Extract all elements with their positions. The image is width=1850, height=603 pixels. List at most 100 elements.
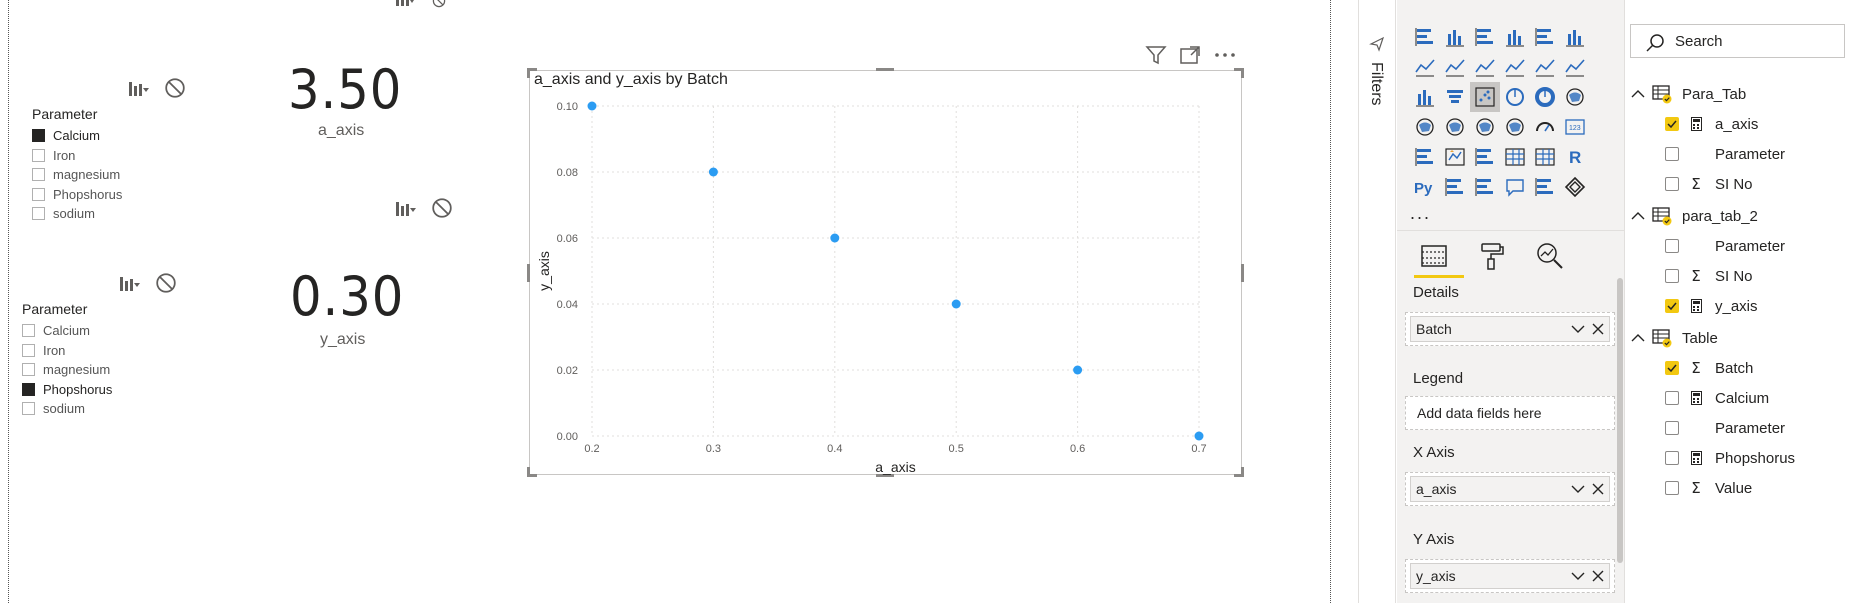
waterfall-icon[interactable] bbox=[1410, 82, 1440, 112]
chevron-down-icon[interactable] bbox=[1571, 484, 1585, 494]
field-checkbox[interactable] bbox=[1665, 239, 1679, 253]
focus-mode-icon[interactable] bbox=[1179, 45, 1201, 65]
slicer-item[interactable]: Calcium bbox=[22, 321, 112, 341]
r-visual-icon[interactable]: R bbox=[1560, 142, 1590, 172]
field-checkbox[interactable] bbox=[1665, 147, 1679, 161]
table-icon[interactable] bbox=[1500, 142, 1530, 172]
treemap-icon[interactable] bbox=[1560, 82, 1590, 112]
chevron-up-icon[interactable] bbox=[1630, 333, 1646, 343]
collapse-arrow-icon[interactable] bbox=[1369, 36, 1385, 52]
clustered-column-icon[interactable] bbox=[1500, 22, 1530, 52]
smart-narrative-icon[interactable] bbox=[1530, 172, 1560, 202]
donut-chart-icon[interactable] bbox=[1530, 82, 1560, 112]
details-well[interactable]: Batch bbox=[1405, 312, 1615, 346]
field-item[interactable]: Calcium bbox=[1665, 386, 1769, 410]
ribbon-chart-icon[interactable] bbox=[1560, 52, 1590, 82]
slicer-item[interactable]: Iron bbox=[32, 146, 122, 166]
field-checkbox[interactable] bbox=[1665, 391, 1679, 405]
visual-level-icon[interactable] bbox=[119, 273, 141, 293]
y-axis-field-pill[interactable]: y_axis bbox=[1410, 563, 1610, 589]
table-header[interactable]: Table bbox=[1630, 326, 1718, 350]
area-chart-icon[interactable] bbox=[1440, 52, 1470, 82]
python-visual-icon[interactable]: Py bbox=[1410, 172, 1440, 202]
slicer-item[interactable]: magnesium bbox=[32, 165, 122, 185]
gauge-icon[interactable] bbox=[1530, 112, 1560, 142]
key-influencers-icon[interactable] bbox=[1440, 172, 1470, 202]
chevron-down-icon[interactable] bbox=[1571, 324, 1585, 334]
slicer-checkbox[interactable] bbox=[22, 363, 35, 377]
power-apps-icon[interactable] bbox=[1560, 172, 1590, 202]
slicer-item[interactable]: Calcium bbox=[32, 126, 122, 146]
shape-map-icon[interactable] bbox=[1470, 112, 1500, 142]
slicer-checkbox[interactable] bbox=[32, 187, 45, 201]
field-checkbox[interactable] bbox=[1665, 177, 1679, 191]
fields-search-input[interactable]: Search bbox=[1630, 24, 1845, 58]
slicer-item[interactable]: Phopshorus bbox=[22, 380, 112, 400]
close-icon[interactable] bbox=[1592, 483, 1604, 495]
details-field-pill[interactable]: Batch bbox=[1410, 316, 1610, 342]
100-bar-icon[interactable] bbox=[1530, 22, 1560, 52]
table-header[interactable]: Para_Tab bbox=[1630, 82, 1746, 106]
chevron-up-icon[interactable] bbox=[1630, 89, 1646, 99]
line-chart-icon[interactable] bbox=[1410, 52, 1440, 82]
field-item[interactable]: Σ SI No bbox=[1665, 264, 1753, 288]
line-clustered-icon[interactable] bbox=[1530, 52, 1560, 82]
stacked-column-icon[interactable] bbox=[1440, 22, 1470, 52]
field-item[interactable]: Σ SI No bbox=[1665, 172, 1753, 196]
resize-handle[interactable] bbox=[876, 68, 894, 71]
kpi-icon[interactable] bbox=[1440, 142, 1470, 172]
slicer-checkbox[interactable] bbox=[22, 324, 35, 338]
slicer-item[interactable]: sodium bbox=[32, 204, 122, 224]
slicer-checkbox[interactable] bbox=[32, 148, 45, 162]
visual-level-icon[interactable] bbox=[395, 198, 417, 218]
field-item[interactable]: Σ Value bbox=[1665, 476, 1752, 500]
field-item[interactable]: Parameter bbox=[1665, 234, 1785, 258]
scatter-chart-icon[interactable] bbox=[1470, 82, 1500, 112]
visual-level-icon[interactable] bbox=[128, 78, 150, 98]
card-icon[interactable]: 123 bbox=[1560, 112, 1590, 142]
slicer-checkbox[interactable] bbox=[22, 343, 35, 357]
field-checkbox[interactable] bbox=[1665, 421, 1679, 435]
x-axis-well[interactable]: a_axis bbox=[1405, 472, 1615, 506]
more-visuals-button[interactable]: ... bbox=[1410, 203, 1431, 224]
field-checkbox[interactable] bbox=[1665, 269, 1679, 283]
analytics-tab[interactable] bbox=[1530, 238, 1570, 274]
x-axis-field-pill[interactable]: a_axis bbox=[1410, 476, 1610, 502]
no-filter-icon[interactable] bbox=[431, 197, 453, 219]
slicer-item[interactable]: Phopshorus bbox=[32, 185, 122, 205]
resize-handle[interactable] bbox=[1241, 68, 1244, 78]
decomposition-tree-icon[interactable] bbox=[1470, 172, 1500, 202]
fields-tab[interactable] bbox=[1414, 238, 1464, 278]
field-checkbox[interactable] bbox=[1665, 481, 1679, 495]
field-checkbox[interactable] bbox=[1665, 451, 1679, 465]
line-column-icon[interactable] bbox=[1500, 52, 1530, 82]
slicer-checkbox[interactable] bbox=[22, 382, 35, 396]
multirow-card-icon[interactable] bbox=[1410, 142, 1440, 172]
close-icon[interactable] bbox=[1592, 570, 1604, 582]
filters-label[interactable]: Filters bbox=[1367, 62, 1385, 106]
filled-map-icon[interactable] bbox=[1440, 112, 1470, 142]
no-filter-icon[interactable] bbox=[164, 77, 186, 99]
100-column-icon[interactable] bbox=[1560, 22, 1590, 52]
funnel-icon[interactable] bbox=[1440, 82, 1470, 112]
legend-well[interactable]: Add data fields here bbox=[1405, 396, 1615, 430]
field-item[interactable]: a_axis bbox=[1665, 112, 1758, 136]
slicer-item[interactable]: sodium bbox=[22, 399, 112, 419]
field-checkbox[interactable] bbox=[1665, 299, 1679, 313]
field-checkbox[interactable] bbox=[1665, 117, 1679, 131]
azure-map-icon[interactable] bbox=[1500, 112, 1530, 142]
no-filter-icon[interactable] bbox=[429, 0, 449, 8]
more-options-icon[interactable] bbox=[1213, 45, 1237, 65]
matrix-icon[interactable] bbox=[1530, 142, 1560, 172]
clustered-bar-icon[interactable] bbox=[1470, 22, 1500, 52]
stacked-area-icon[interactable] bbox=[1470, 52, 1500, 82]
viz-pane-scrollbar[interactable] bbox=[1617, 278, 1623, 563]
visual-level-icon[interactable] bbox=[395, 0, 415, 8]
y-axis-well[interactable]: y_axis bbox=[1405, 559, 1615, 593]
field-item[interactable]: Parameter bbox=[1665, 142, 1785, 166]
close-icon[interactable] bbox=[1592, 323, 1604, 335]
stacked-bar-icon[interactable] bbox=[1410, 22, 1440, 52]
chevron-down-icon[interactable] bbox=[1571, 571, 1585, 581]
pie-chart-icon[interactable] bbox=[1500, 82, 1530, 112]
field-item[interactable]: Parameter bbox=[1665, 416, 1785, 440]
